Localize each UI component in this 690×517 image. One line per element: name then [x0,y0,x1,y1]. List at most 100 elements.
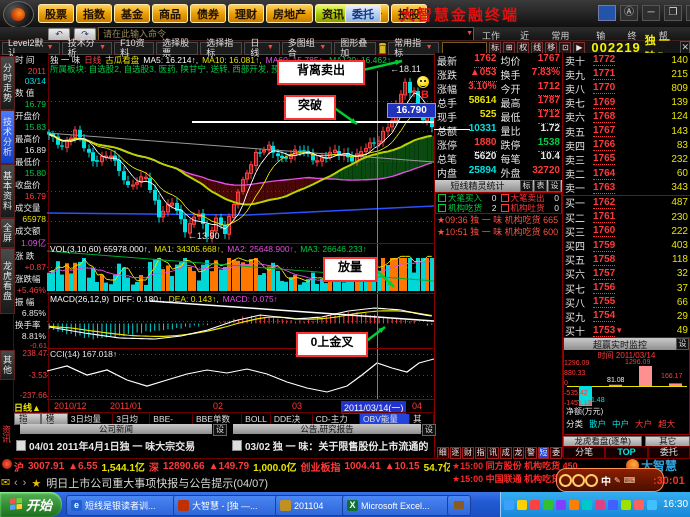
mail-icon[interactable]: ✉ [1,476,10,489]
tray-icon[interactable] [608,499,618,510]
checkbox-icon[interactable] [500,203,509,212]
task-button-大智慧 - [独 —...[interactable]: 大智慧 - [独 —... [173,495,282,516]
indicator-tab-CD-主力资[interactable]: CD-主力资 [313,413,360,434]
tab-警[interactable]: 警 [525,447,537,459]
menu-指数[interactable]: 指数 [76,4,112,23]
checkbox-icon[interactable] [500,193,509,202]
left-tab-龙虎看盘[interactable]: 龙虎看盘 [0,248,15,314]
tray-icon[interactable] [634,499,644,510]
tray-icon[interactable] [647,499,657,510]
tray-icon[interactable] [621,499,631,510]
menu-商品[interactable]: 商品 [152,4,188,23]
quote-row: 总额 10331 量比 1.72 [435,123,562,138]
indicator-tab-3日均线[interactable]: 3日均线 [113,413,151,434]
indicator-button-模板[interactable]: 模板 [40,412,68,431]
pen-icon[interactable]: ✎ [614,476,621,485]
indicator-tab-DDE决策[interactable]: DDE决策 [271,413,313,434]
checkbox-icon[interactable] [438,193,446,202]
app-logo-icon[interactable] [3,1,34,28]
level-price: 1766 [593,139,616,152]
monitor-settings-button[interactable]: 设 [676,338,689,350]
news-settings-button[interactable]: 设 [213,424,227,436]
left-tab-技术分析[interactable]: 技术分析 [0,110,15,164]
price-arrow-icon: ▼ [615,326,624,336]
menu-债券[interactable]: 债券 [190,4,226,23]
tab-委[interactable]: 委 [550,447,562,459]
news-settings-button[interactable]: 设 [422,424,436,436]
left-tab-全屏[interactable]: 全屏 [0,218,15,248]
tab-龙[interactable]: 龙 [512,447,525,459]
left-tab-其他[interactable]: 其他 [0,350,15,380]
next-message-icon[interactable]: › [23,477,27,489]
level-price: 1753 [593,324,616,337]
news-bar-company[interactable]: 公司新闻 [20,424,212,434]
tray-icon[interactable] [517,499,527,510]
ime-toolbar[interactable]: 中 ✎ ⌨ [556,468,664,492]
autoupdate-icon[interactable]: Ⓐ [620,5,638,21]
menu-股票[interactable]: 股票 [38,4,74,23]
field-value: +0.87 [24,262,46,272]
tray-icon[interactable] [582,499,592,510]
news-item[interactable]: 03/02 独 一 味：关于限售股份上市流通的 [232,438,437,453]
tab-指[interactable]: 指 [474,447,487,459]
indicator-tab-BBE-KDJ[interactable]: BBE-KDJ [150,413,193,434]
quote-row: 内盘 25894 外盘 32720 [435,165,562,180]
indicator-button-指标[interactable]: 指标 [14,412,41,431]
level-price: 1764 [593,167,616,180]
chevron-down-icon[interactable]: ▼ [466,28,473,40]
tab-逐[interactable]: 逐 [449,447,462,459]
news-bar-announcements[interactable]: 公告,研究报告 [233,424,421,434]
menu-基金[interactable]: 基金 [114,4,150,23]
stat-cell: 机构吃货 2 [436,202,499,214]
start-button[interactable]: 开始 [0,492,62,517]
minimize-button[interactable]: ─ [642,5,660,21]
tab-成[interactable]: 成 [499,447,512,459]
news-item[interactable]: 04/01 2011年4月1日独 一 味大宗交易 [16,438,226,453]
tray-icon[interactable] [595,499,605,510]
prev-message-icon[interactable]: ‹ [14,477,18,489]
tab-短[interactable]: 短 [537,447,550,459]
dzh-icon [178,500,189,511]
task-button-短线是银读者训...[interactable]: e 短线是银读者训... [66,495,180,516]
tab-讯[interactable]: 讯 [487,447,499,459]
index-ticker-bar[interactable]: 沪 3007.91 ▲6.55 1,544.1亿深 12890.66 ▲149.79 1,0… [14,458,450,473]
menu-房地产[interactable]: 房地产 [266,4,313,23]
indicator-tab-BBE单数比[interactable]: BBE单数比 [193,413,243,434]
level-label: 卖八 [565,84,585,96]
keyboard-icon[interactable]: ⌨ [624,476,636,485]
tab-分笔[interactable]: 分笔 [563,446,606,459]
left-tab-基本资料[interactable]: 基本资料 [0,164,15,218]
indicator-tab-其他[interactable]: 其他 [410,413,434,434]
left-tab-分时走势[interactable]: 分时走势 [0,56,15,110]
indicator-tab-3日均量线[interactable]: 3日均量线 [68,413,114,434]
restore-button[interactable]: ❐ [664,5,682,21]
tray-icon[interactable] [530,499,540,510]
shortline-button-标[interactable]: 标 [520,179,533,192]
shortline-button-表[interactable]: 表 [534,179,547,192]
tray-icon[interactable] [504,499,514,510]
shortline-button-设[interactable]: 设 [548,179,561,192]
task-button-201104[interactable]: 201104 [275,495,349,516]
field-label: 收盘价 [15,180,41,190]
checkbox-icon[interactable] [438,203,446,212]
tray-icon[interactable] [569,499,579,510]
quote-value: 5620 [474,151,497,163]
broker-button[interactable]: 委托 [345,4,381,23]
ime-mode-label[interactable]: 中 [601,473,611,488]
tray-icon[interactable] [556,499,566,510]
task-button-Microsoft Excel...[interactable]: X Microsoft Excel... [342,495,452,516]
orderbook-row: 买七 1756 37 [563,281,690,296]
level-volume: 403 [671,240,688,252]
task-button-misc[interactable] [447,495,471,516]
chevron-down-icon: ▼ [266,44,274,51]
indicator-tab-OBV能量潮[interactable]: OBV能量潮 [359,413,411,434]
close-button[interactable]: ✕ [686,5,690,21]
menu-理财[interactable]: 理财 [228,4,264,23]
tab-财[interactable]: 财 [462,447,474,459]
indicator-tab-BOLL[interactable]: BOLL [242,413,271,424]
news-side-tab[interactable]: 资讯 [0,412,13,456]
message-bar[interactable]: ‹ › ★ 明日上市公司重大事项快报与公告提示(04/07) [14,475,534,491]
tray-icon[interactable] [543,499,553,510]
volume-header: VOL(3,10,60) 65978.000↑, MA1: 34305.668↑,… [50,244,367,254]
monitor-icon[interactable] [598,5,616,21]
